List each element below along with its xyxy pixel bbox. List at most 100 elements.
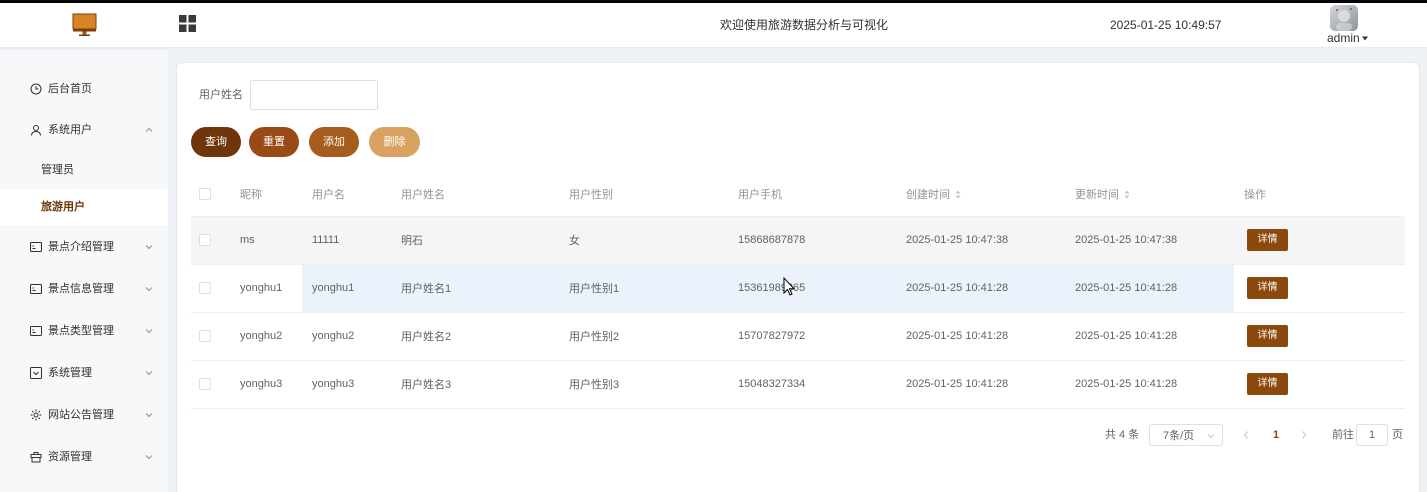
cell-actions: 详情 (1234, 264, 1405, 313)
cell-nickname: yonghu2 (230, 312, 302, 361)
sidebar-item-label: 景点类型管理 (48, 325, 114, 337)
sidebar-item-system-management[interactable]: 系统管理 (0, 355, 168, 391)
select-cell (191, 360, 230, 409)
row-checkbox[interactable] (199, 234, 211, 247)
delete-button[interactable]: 删除 (369, 127, 420, 157)
table-row[interactable]: yonghu1 yonghu1 用户姓名1 用户性别1 15361989365 … (191, 264, 1405, 313)
cell-actions: 详情 (1234, 216, 1405, 265)
reset-button[interactable]: 重置 (249, 127, 299, 157)
cell-real-name: 用户姓名1 (391, 264, 559, 313)
cell-nickname: yonghu3 (230, 360, 302, 409)
chevron-down-icon (145, 245, 153, 250)
goto-page-input[interactable] (1356, 424, 1388, 446)
cell-phone: 15707827972 (728, 312, 896, 361)
cell-username: 11111 (302, 216, 391, 265)
row-checkbox[interactable] (199, 330, 211, 343)
chevron-down-icon (1207, 434, 1215, 439)
avatar[interactable] (1330, 5, 1358, 31)
user-menu[interactable]: admin (1327, 32, 1368, 45)
monitor-icon[interactable] (72, 12, 97, 37)
sidebar-item-attraction-info[interactable]: 景点信息管理 (0, 271, 168, 307)
page-suffix: 页 (1392, 429, 1403, 441)
cell-gender: 女 (559, 216, 728, 265)
select-cell (191, 264, 230, 313)
prev-page-button[interactable] (1242, 424, 1252, 446)
sidebar-item-label: 系统管理 (48, 367, 92, 379)
chevron-right-icon (1302, 431, 1307, 439)
cell-username: yonghu1 (302, 264, 391, 313)
cell-actions: 详情 (1234, 312, 1405, 361)
cell-username: yonghu2 (302, 312, 391, 361)
row-checkbox[interactable] (199, 378, 211, 391)
next-page-button[interactable] (1300, 424, 1310, 446)
avatar-image (1336, 8, 1352, 31)
page-size-select[interactable]: 7条/页 (1149, 424, 1223, 446)
select-all-cell (191, 172, 230, 217)
sidebar-item-admins[interactable]: 管理员 (0, 152, 168, 188)
chevron-down-icon (145, 371, 153, 376)
users-table: 昵称 用户名 用户姓名 用户性别 用户手机 创建时间 更新时间 操作 ms 11… (191, 172, 1405, 409)
sidebar-item-label: 旅游用户 (41, 201, 85, 213)
table-row[interactable]: yonghu3 yonghu3 用户姓名3 用户性别3 15048327334 … (191, 360, 1405, 409)
col-created[interactable]: 创建时间 (896, 172, 1065, 217)
sort-icon[interactable] (955, 190, 961, 199)
sidebar-item-label: 资源管理 (48, 451, 92, 463)
cell-updated: 2025-01-25 10:47:38 (1065, 216, 1234, 265)
row-checkbox[interactable] (199, 282, 211, 295)
sidebar-item-home[interactable]: 后台首页 (0, 71, 168, 107)
pagination-total: 共 4 条 (1105, 429, 1140, 441)
table-header-row: 昵称 用户名 用户姓名 用户性别 用户手机 创建时间 更新时间 操作 (191, 172, 1405, 217)
col-nickname: 昵称 (230, 172, 302, 217)
select-all-checkbox[interactable] (199, 187, 211, 200)
detail-button[interactable]: 详情 (1247, 373, 1288, 395)
username: admin (1327, 31, 1360, 45)
cell-gender: 用户性别2 (559, 312, 728, 361)
sort-icon[interactable] (1124, 190, 1130, 199)
sidebar-item-label: 系统用户 (48, 124, 92, 136)
col-updated[interactable]: 更新时间 (1065, 172, 1234, 217)
sidebar-item-label: 后台首页 (48, 83, 92, 95)
cell-created: 2025-01-25 10:41:28 (896, 312, 1065, 361)
sidebar-item-attraction-intro[interactable]: 景点介绍管理 (0, 229, 168, 265)
cell-real-name: 用户姓名3 (391, 360, 559, 409)
grid-icon[interactable] (179, 15, 196, 32)
sidebar-item-label: 网站公告管理 (48, 409, 114, 421)
picture-icon (30, 242, 42, 252)
detail-button[interactable]: 详情 (1247, 325, 1288, 347)
chevron-down-icon (145, 455, 153, 460)
sidebar: 后台首页 系统用户 管理员 旅游用户 景点介绍管理 景点信息管理 景点类型管理 … (0, 50, 168, 492)
page-size-value: 7条/页 (1163, 430, 1195, 442)
picture-icon (30, 326, 42, 336)
detail-button[interactable]: 详情 (1247, 229, 1288, 251)
user-name-search-input[interactable] (250, 80, 378, 110)
cell-gender: 用户性别3 (559, 360, 728, 409)
select-cell (191, 216, 230, 265)
sidebar-item-tourist-users[interactable]: 旅游用户 (0, 189, 168, 225)
detail-button[interactable]: 详情 (1247, 277, 1288, 299)
table-row[interactable]: yonghu2 yonghu2 用户姓名2 用户性别2 15707827972 … (191, 312, 1405, 361)
clock-icon (30, 83, 42, 95)
query-button[interactable]: 查询 (191, 127, 241, 157)
sidebar-item-system-users[interactable]: 系统用户 (0, 112, 168, 148)
goto-label: 前往 (1332, 429, 1354, 441)
sidebar-item-announcements[interactable]: 网站公告管理 (0, 397, 168, 433)
current-page[interactable]: 1 (1273, 424, 1279, 446)
mouse-cursor-icon (783, 277, 795, 296)
col-username: 用户名 (302, 172, 391, 217)
content-card: 用户姓名 查询 重置 添加 删除 昵称 用户名 用户姓名 用户性别 用户手机 创… (176, 62, 1420, 492)
cell-created: 2025-01-25 10:41:28 (896, 264, 1065, 313)
chevron-down-icon (145, 287, 153, 292)
cell-phone: 15868687878 (728, 216, 896, 265)
box-icon (30, 452, 42, 463)
chevron-left-icon (1243, 431, 1248, 439)
cell-gender: 用户性别1 (559, 264, 728, 313)
sidebar-item-resources[interactable]: 资源管理 (0, 439, 168, 475)
chevron-up-icon (145, 127, 153, 132)
add-button[interactable]: 添加 (309, 127, 359, 157)
cell-updated: 2025-01-25 10:41:28 (1065, 360, 1234, 409)
col-gender: 用户性别 (559, 172, 728, 217)
sidebar-item-label: 景点信息管理 (48, 283, 114, 295)
table-row[interactable]: ms 11111 明石 女 15868687878 2025-01-25 10:… (191, 216, 1405, 265)
caret-down-icon (1361, 36, 1368, 41)
sidebar-item-attraction-type[interactable]: 景点类型管理 (0, 313, 168, 349)
